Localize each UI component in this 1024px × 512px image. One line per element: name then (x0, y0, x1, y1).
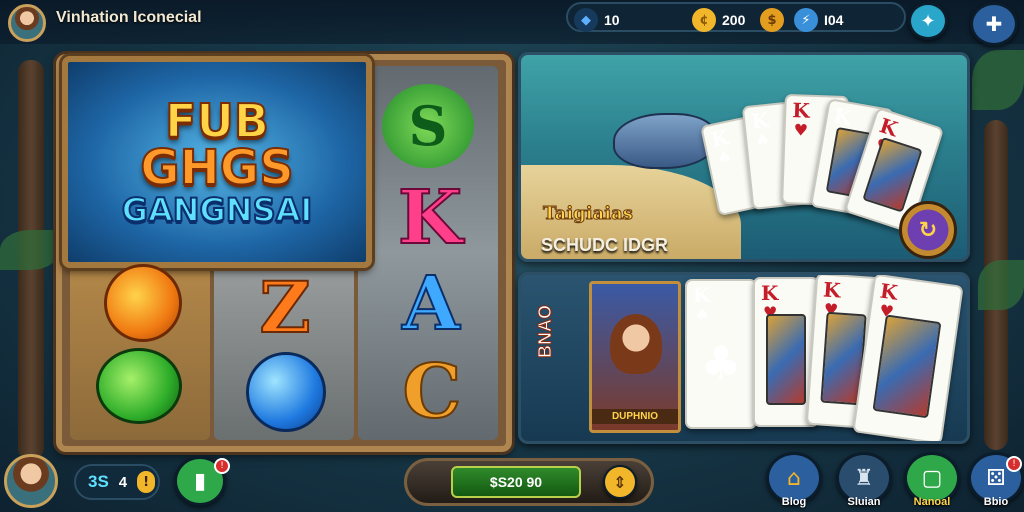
game-banner[interactable]: FUB GHGS GANGNSAI (62, 56, 372, 268)
gold-coin-icon: $ (760, 8, 784, 32)
poster-label: DUPHNIO (592, 409, 678, 424)
symbol-letter: K (397, 174, 463, 262)
refresh-icon: ↻ (918, 217, 938, 243)
puzzle-icon: ✚ (985, 12, 1003, 36)
symbol-fish-s: S (382, 84, 474, 168)
nav-phone[interactable]: ▢ Nanoal (904, 452, 960, 508)
notification-badge: ! (1006, 456, 1022, 472)
level-value: 3S (88, 472, 109, 491)
banner-line-2: GHGS (139, 140, 295, 196)
puzzle-button[interactable]: ✚ (970, 2, 1018, 46)
bet-value: $S20 90 (489, 474, 543, 490)
card-rank: K (761, 281, 779, 305)
energy-icon: ⚡ (794, 8, 818, 32)
side-label: BNAO (535, 305, 556, 359)
background-leaf (0, 230, 60, 270)
level-count: 4 (118, 473, 128, 491)
symbol-blue-orb (246, 352, 326, 432)
spade-icon: ♠ (695, 305, 710, 324)
level-indicator[interactable]: 3S 4 ! (74, 464, 160, 500)
featured-title: SCHUDC IDGR (541, 235, 669, 255)
featured-play-button[interactable]: ↻ (899, 201, 957, 259)
symbol-letter: A (401, 260, 460, 348)
card-face-art (862, 137, 923, 213)
heart-icon: ♥ (793, 120, 809, 140)
playing-card: K ♠ ♣ (685, 279, 757, 429)
spin-bar: $S20 90 ⇕ (404, 458, 654, 506)
coins-value: 200 (722, 12, 746, 28)
player-avatar[interactable] (8, 4, 46, 42)
symbol-c: C (386, 348, 478, 436)
profile-avatar[interactable] (4, 454, 58, 508)
banner-line-1: FUB (164, 94, 270, 148)
star-icon: ✦ (920, 10, 936, 32)
card-rank: K (791, 98, 811, 123)
bet-display[interactable]: $S20 90 (451, 466, 581, 498)
arrows-icon: ⇕ (613, 472, 627, 492)
favorites-button[interactable]: ✦ (908, 2, 948, 40)
resource-coins[interactable]: ¢ 200 (692, 8, 745, 32)
fish-illustration (613, 113, 717, 169)
symbol-letter: C (402, 348, 463, 436)
resource-gems[interactable]: ◆ 10 (574, 8, 620, 32)
nav-trophy-label: Sluian (847, 496, 881, 508)
resource-bar: ◆ 10 ¢ 200 $ ⚡ I04 (566, 2, 906, 32)
nav-home-label: Blog (781, 496, 807, 508)
character-portrait (610, 314, 662, 374)
card-face-art (766, 314, 806, 405)
bag-icon: ▮ (193, 468, 207, 494)
background-leaf (978, 260, 1024, 310)
featured-subtitle: Taigiaias (543, 203, 634, 225)
symbol-z: Z (240, 265, 330, 350)
card-rank: K (693, 283, 711, 307)
card-game-panel[interactable]: BNAO DUPHNIO K ♠ ♣ K ♥ K ♥ K ♥ (518, 272, 970, 444)
nav-phone-label: Nanoal (913, 496, 951, 508)
info-icon: ! (137, 471, 156, 493)
character-poster: DUPHNIO (589, 281, 681, 433)
symbol-green-fish (96, 348, 182, 424)
symbol-letter: Z (258, 265, 311, 350)
featured-game-panel[interactable]: K♠ K♠ K♥ K♠ K♥ Taigiaias SCHUDC IDGR ↻ (518, 52, 970, 262)
symbol-orange-swirl (104, 264, 182, 342)
card-face-art (872, 315, 941, 419)
game-title: Vinhation Iconecial (56, 9, 202, 26)
spade-icon: ♠ (715, 146, 734, 169)
nav-trophy[interactable]: ♜ Sluian (836, 452, 892, 508)
symbol-k: K (388, 174, 472, 262)
top-bar: Vinhation Iconecial ◆ 10 ¢ 200 $ ⚡ I04 ✦… (0, 0, 1024, 46)
spade-icon: ♠ (754, 129, 771, 151)
resource-gold[interactable]: $ (760, 8, 784, 32)
notification-badge: ! (214, 458, 230, 474)
club-icon: ♣ (700, 336, 742, 391)
gem-icon: ◆ (574, 8, 598, 32)
symbol-a: A (386, 260, 476, 348)
nav-home[interactable]: ⌂ Blog (766, 452, 822, 508)
spin-button[interactable]: ⇕ (603, 465, 637, 499)
coin-icon: ¢ (692, 8, 716, 32)
nav-dice-label: Bbio (983, 496, 1009, 508)
banner-line-3: GANGNSAI (121, 191, 314, 229)
symbol-letter: S (408, 94, 448, 158)
background-leaf (972, 50, 1024, 110)
gems-value: 10 (604, 12, 620, 28)
energy-value: I04 (824, 12, 844, 28)
resource-energy[interactable]: ⚡ I04 (794, 8, 843, 32)
